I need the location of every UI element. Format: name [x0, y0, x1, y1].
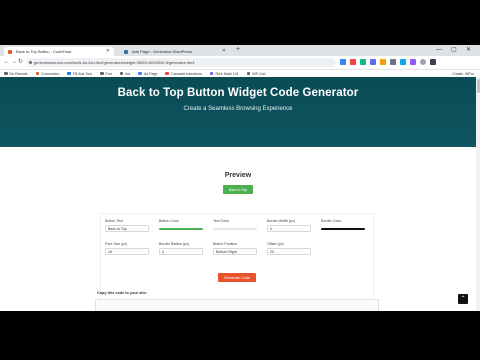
button-color-field: Button Color	[159, 219, 203, 230]
page-subtitle: Create a Seamless Browsing Experience	[183, 106, 293, 112]
bookmark-item[interactable]: Ind	[119, 71, 130, 76]
bookmark-item[interactable]: Fmt	[100, 72, 112, 76]
copy-code-label: Copy this code to your site:	[97, 291, 147, 295]
bookmark-item[interactable]: Canvade Intentions	[165, 71, 202, 76]
field-label: Border Radius (px)	[159, 242, 190, 246]
text-color-picker[interactable]	[213, 228, 257, 230]
tab-wordpress[interactable]: Add Page - Generator WordPress ✕	[120, 47, 230, 56]
page-title: Back to Top Button Widget Code Generator	[117, 87, 359, 99]
bookmark-item[interactable]: Create, WPro	[452, 72, 480, 76]
border-radius-input[interactable]: 0	[159, 248, 203, 255]
lock-icon	[29, 61, 32, 64]
button-text-field: Button Text Back to Top	[105, 219, 149, 232]
button-position-field: Button Position Bottom Right	[213, 242, 257, 255]
settings-form: Button Text Back to Top Button Color Tex…	[100, 213, 374, 303]
border-color-picker[interactable]	[321, 228, 365, 230]
new-tab-button[interactable]: +	[236, 46, 240, 53]
extension-icon[interactable]	[390, 59, 396, 65]
menu-icon[interactable]	[430, 59, 436, 65]
extension-icon[interactable]	[350, 59, 356, 65]
bookmark-icon	[138, 71, 142, 76]
url-text: generatorsource.com/tools-bx-4fc=/bcf/ge…	[34, 60, 195, 65]
bookmark-icon	[100, 71, 104, 76]
button-position-select[interactable]: Bottom Right	[213, 248, 257, 255]
bookmark-icon	[119, 71, 124, 76]
favicon-icon	[8, 49, 12, 54]
extensions-area	[340, 59, 436, 65]
back-button[interactable]: ←	[4, 58, 10, 67]
extension-icon[interactable]	[340, 59, 346, 65]
button-text-input[interactable]: Back to Top	[105, 225, 149, 232]
field-label: Button Position	[213, 242, 238, 246]
offset-input[interactable]: 20	[267, 248, 311, 255]
field-label: Text Color	[213, 219, 230, 223]
tab-generator[interactable]: Back to Top Button - CodeFuse ✕	[4, 47, 114, 56]
reload-button[interactable]: ↻	[18, 58, 23, 67]
field-label: Border Color	[321, 219, 342, 223]
bookmark-item[interactable]: Ra'e Math 101	[209, 71, 239, 76]
close-window-button[interactable]: ✕	[466, 45, 471, 56]
address-bar[interactable]: generatorsource.com/tools-bx-4fc=/bcf/ge…	[26, 58, 336, 67]
button-color-picker[interactable]	[159, 228, 203, 230]
extension-icon[interactable]	[380, 59, 386, 65]
bookmark-item[interactable]: FB Ads Tool	[67, 72, 92, 76]
maximize-button[interactable]: ▢	[451, 45, 457, 56]
forward-button[interactable]: →	[11, 58, 17, 67]
bookmark-item[interactable]: De Remote	[4, 72, 28, 76]
browser-toolbar: ← → ↻ generatorsource.com/tools-bx-4fc=/…	[0, 56, 480, 70]
font-size-input[interactable]: 16	[105, 248, 149, 255]
field-label: Border Width (px)	[267, 219, 296, 223]
preview-back-to-top-button[interactable]: Back to Top	[223, 185, 253, 194]
offset-field: Offset (px) 20	[267, 242, 311, 255]
tab-title: Back to Top Button - CodeFuse	[16, 49, 72, 54]
scrollbar-thumb[interactable]	[476, 79, 480, 93]
field-label: Font Size (px)	[105, 242, 128, 246]
bookmark-icon	[165, 71, 169, 76]
minimize-button[interactable]: —	[436, 45, 442, 56]
extension-icon[interactable]	[360, 59, 366, 65]
browser-window: Back to Top Button - CodeFuse ✕ Add Page…	[0, 45, 480, 311]
close-tab-icon[interactable]: ✕	[106, 47, 110, 56]
font-size-field: Font Size (px) 16	[105, 242, 149, 255]
bookmark-icon	[35, 71, 40, 76]
border-width-input[interactable]: 0	[267, 225, 311, 232]
bookmark-icon	[4, 71, 8, 76]
back-to-top-icon[interactable]: ⌃	[458, 294, 468, 304]
tab-title: Add Page - Generator WordPress	[132, 49, 192, 54]
field-label: Offset (px)	[267, 242, 284, 246]
bookmark-item[interactable]: WP Cod	[246, 71, 266, 76]
border-color-field: Border Color	[321, 219, 365, 230]
field-label: Button Color	[159, 219, 179, 223]
field-label: Button Text	[105, 219, 123, 223]
page-scrollbar[interactable]	[476, 77, 480, 311]
extension-icon[interactable]	[410, 59, 416, 65]
bookmark-icon	[67, 71, 71, 76]
close-tab-icon[interactable]: ✕	[222, 47, 226, 56]
border-width-field: Border Width (px) 0	[267, 219, 311, 232]
profile-avatar[interactable]	[420, 59, 426, 65]
extension-icon[interactable]	[400, 59, 406, 65]
bookmark-icon	[246, 71, 251, 76]
favicon-icon	[124, 49, 128, 54]
bookmark-item[interactable]: Conversion	[35, 71, 59, 76]
border-radius-field: Border Radius (px) 0	[159, 242, 203, 255]
bookmark-item[interactable]: Ad Page	[138, 72, 157, 76]
code-output-textarea[interactable]	[95, 299, 379, 311]
extension-icon[interactable]	[370, 59, 376, 65]
generate-code-button[interactable]: Generate Code	[218, 273, 256, 282]
hero-banner: Back to Top Button Widget Code Generator…	[0, 77, 476, 147]
tab-strip: Back to Top Button - CodeFuse ✕ Add Page…	[0, 45, 480, 56]
text-color-field: Text Color	[213, 219, 257, 230]
bookmark-icon	[209, 71, 214, 76]
preview-heading: Preview	[224, 172, 252, 179]
